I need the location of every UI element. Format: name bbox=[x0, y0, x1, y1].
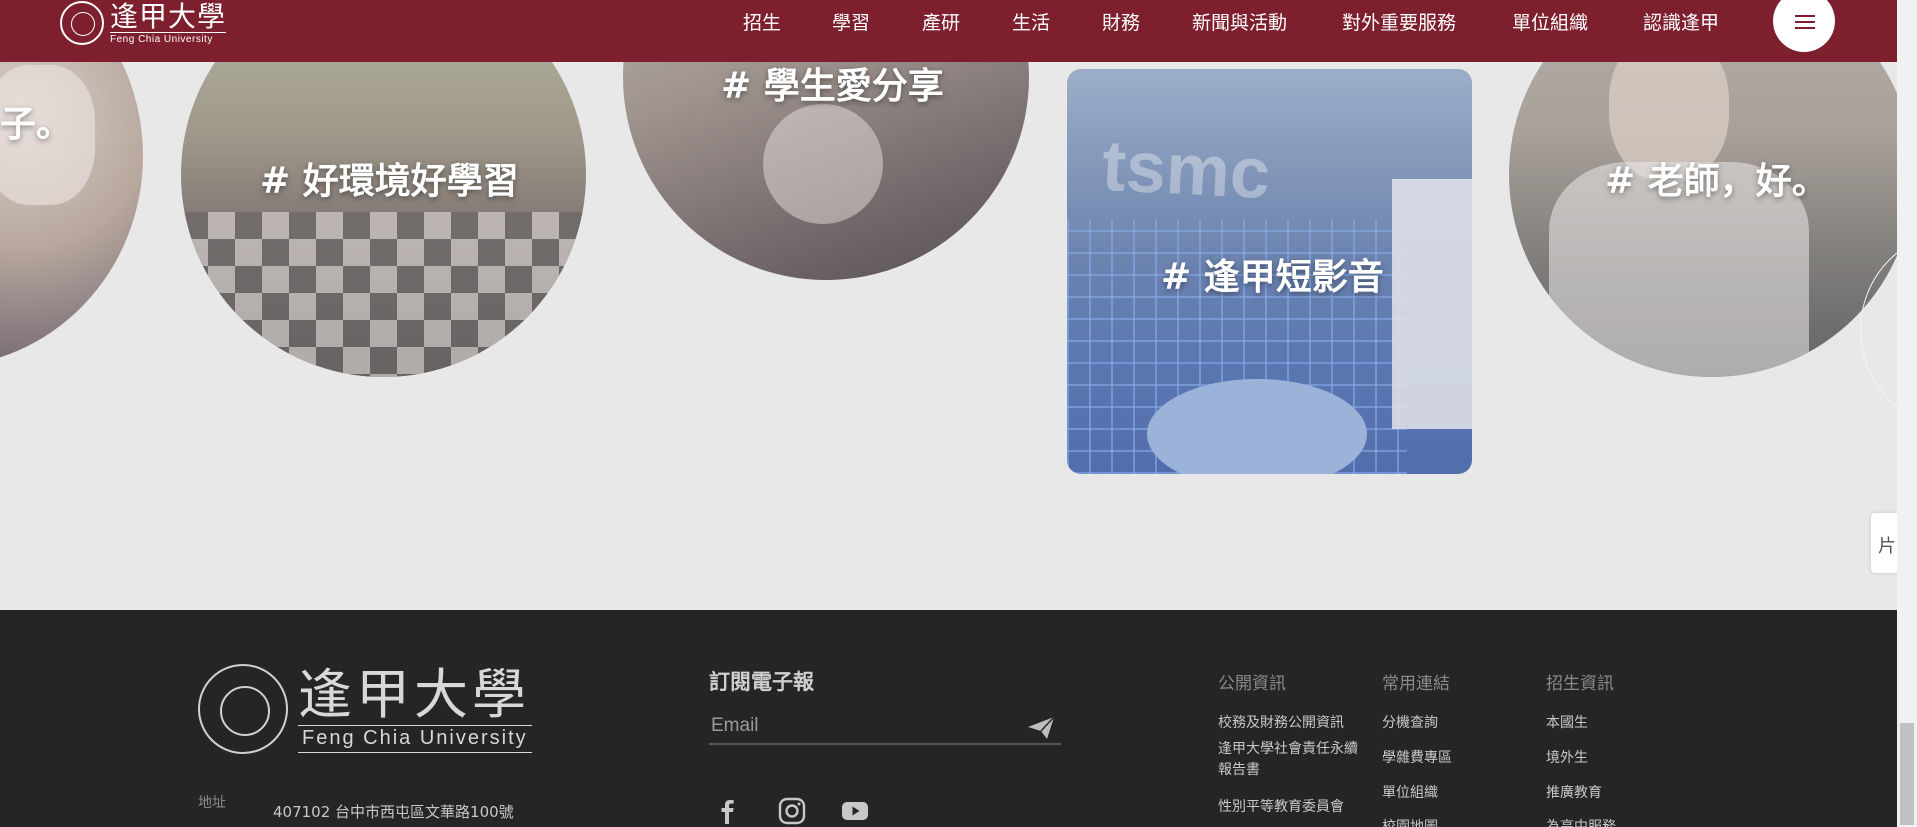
footer-link[interactable]: 分機查詢 bbox=[1382, 713, 1438, 733]
footer-col-title-public-info: 公開資訊 bbox=[1218, 674, 1286, 694]
header-logo-en: Feng Chia University bbox=[110, 31, 227, 45]
nav-item-news[interactable]: 新聞與活動 bbox=[1192, 8, 1287, 35]
footer-link[interactable]: 校務及財務公開資訊 bbox=[1218, 713, 1344, 733]
gallery: 子。 # 好環境好學習 # 學生愛分享 tsmc # 逢甲短影音 # 老師，好。 bbox=[0, 0, 1897, 610]
footer-logo-cn: 逢甲大學 bbox=[298, 663, 530, 726]
menu-button[interactable] bbox=[1773, 0, 1835, 52]
footer-link[interactable]: 性別平等教育委員會 bbox=[1218, 797, 1344, 817]
newsletter-title: 訂閱電子報 bbox=[709, 669, 814, 694]
footer-link[interactable]: 報告書 bbox=[1218, 760, 1260, 780]
footer-link[interactable]: 本國生 bbox=[1546, 713, 1588, 733]
hamburger-icon bbox=[1795, 15, 1815, 17]
university-seal-icon bbox=[60, 1, 104, 45]
paper-plane-icon[interactable] bbox=[1027, 716, 1055, 740]
gallery-item-short-videos[interactable]: tsmc # 逢甲短影音 bbox=[1067, 69, 1472, 474]
gallery-tag: 子。 bbox=[0, 103, 73, 145]
footer-link[interactable]: 校園地圖 bbox=[1382, 817, 1438, 827]
gallery-tag: # 學生愛分享 bbox=[721, 65, 944, 107]
address-value: 407102 台中市西屯區文華路100號 bbox=[273, 803, 514, 821]
footer-logo[interactable]: 逢甲大學 Feng Chia University bbox=[198, 664, 532, 754]
site-footer: 逢甲大學 Feng Chia University 地址 407102 台中市西… bbox=[0, 610, 1897, 827]
nav-item-services[interactable]: 對外重要服務 bbox=[1342, 8, 1456, 35]
side-tab-label: 片 bbox=[1878, 536, 1896, 557]
instagram-icon[interactable] bbox=[777, 796, 807, 826]
nav-item-finance[interactable]: 財務 bbox=[1102, 8, 1140, 35]
nav-item-about[interactable]: 認識逢甲 bbox=[1643, 8, 1719, 35]
header-logo[interactable]: 逢甲大學 Feng Chia University bbox=[60, 0, 227, 46]
nav-item-organization[interactable]: 單位組織 bbox=[1512, 8, 1588, 35]
page-scrollbar[interactable] bbox=[1897, 0, 1917, 827]
footer-link[interactable]: 單位組織 bbox=[1382, 783, 1438, 803]
gallery-tag: # 逢甲短影音 bbox=[1161, 256, 1384, 298]
footer-link[interactable]: 學雜費專區 bbox=[1382, 748, 1452, 768]
footer-col-title-links: 常用連結 bbox=[1382, 674, 1450, 694]
nav-item-research[interactable]: 產研 bbox=[922, 8, 960, 35]
gallery-tag: # 老師，好。 bbox=[1605, 160, 1828, 202]
nav-item-admissions[interactable]: 招生 bbox=[743, 8, 781, 35]
footer-link[interactable]: 境外生 bbox=[1546, 748, 1588, 768]
gallery-tag: # 好環境好學習 bbox=[260, 160, 519, 202]
nav-item-learning[interactable]: 學習 bbox=[832, 8, 870, 35]
footer-col-title-admissions: 招生資訊 bbox=[1546, 674, 1614, 694]
side-floating-tab[interactable]: 片 bbox=[1871, 513, 1899, 573]
site-header: 逢甲大學 Feng Chia University 招生 學習 產研 生活 財務… bbox=[0, 0, 1897, 62]
university-seal-icon bbox=[198, 664, 288, 754]
facebook-icon[interactable] bbox=[712, 796, 742, 826]
footer-link[interactable]: 推廣教育 bbox=[1546, 783, 1602, 803]
footer-logo-en: Feng Chia University bbox=[298, 725, 532, 753]
nav-item-life[interactable]: 生活 bbox=[1012, 8, 1050, 35]
scrollbar-thumb[interactable] bbox=[1900, 723, 1914, 825]
header-logo-cn: 逢甲大學 bbox=[110, 0, 227, 33]
newsletter-email-input[interactable] bbox=[709, 709, 1061, 745]
youtube-icon[interactable] bbox=[840, 796, 870, 826]
footer-link[interactable]: 逢甲大學社會責任永續 bbox=[1218, 739, 1358, 759]
footer-link[interactable]: 為高中服務 bbox=[1546, 817, 1616, 827]
address-label: 地址 bbox=[198, 795, 226, 811]
